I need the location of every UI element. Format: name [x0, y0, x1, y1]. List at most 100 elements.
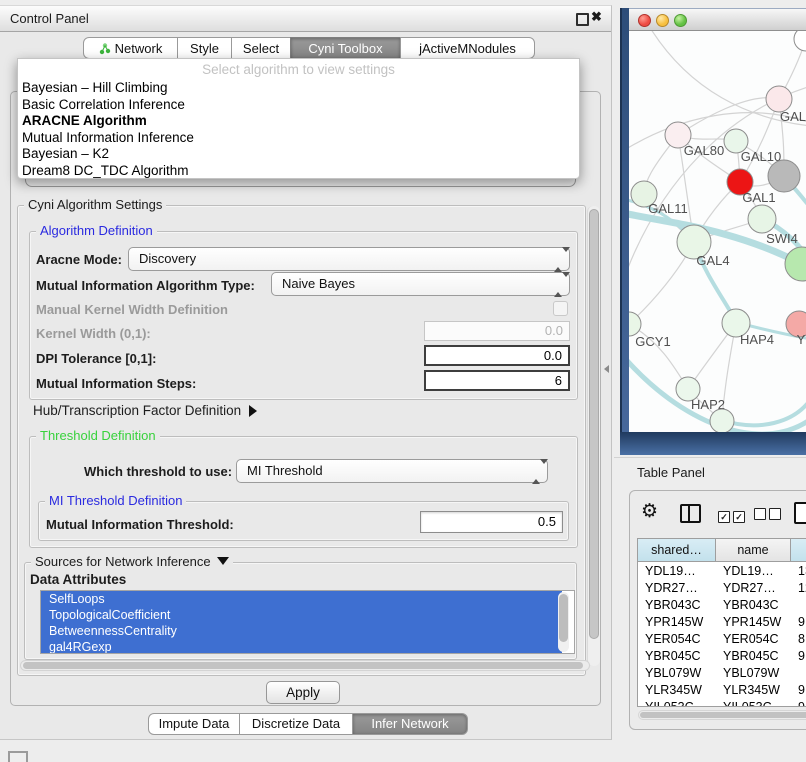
- table-row[interactable]: YBR043CYBR043C: [638, 597, 806, 614]
- minimized-panel-icon[interactable]: [8, 751, 28, 762]
- algorithm-option[interactable]: Bayesian – K2: [22, 146, 575, 163]
- table-row[interactable]: YPR145WYPR145W9.: [638, 614, 806, 631]
- tab-cyni-toolbox[interactable]: Cyni Toolbox: [290, 37, 401, 59]
- algorithm-option[interactable]: Mutual Information Inference: [22, 130, 575, 147]
- zoom-traffic-light-icon[interactable]: [674, 14, 687, 27]
- aracne-mode-label: Aracne Mode:: [36, 252, 122, 267]
- table-cell: 8.: [791, 631, 806, 648]
- chevron-down-icon: [217, 557, 229, 565]
- table-hscroll-thumb[interactable]: [640, 712, 806, 718]
- tab-infer-network-label: Infer Network: [371, 716, 448, 731]
- deselect-all-checks-icon[interactable]: [754, 507, 784, 525]
- dpi-tolerance-field[interactable]: 0.0: [424, 345, 570, 366]
- manual-kernel-checkbox[interactable]: [553, 301, 568, 316]
- algorithm-option[interactable]: Basic Correlation Inference: [22, 97, 575, 114]
- network-window-titlebar[interactable]: [629, 8, 806, 31]
- float-window-icon[interactable]: [576, 13, 589, 26]
- data-attribute-item[interactable]: TopologicalCoefficient: [41, 607, 562, 623]
- settings-horizontal-scrollbar[interactable]: [20, 660, 590, 671]
- table-cell: [791, 597, 806, 614]
- table-cell: YDL19…: [716, 563, 791, 580]
- apply-button[interactable]: Apply: [266, 681, 340, 704]
- algorithm-dropdown-popup: Select algorithm to view settings Bayesi…: [17, 58, 580, 179]
- panel-resize-handle-icon[interactable]: [604, 365, 609, 373]
- settings-vertical-scrollbar[interactable]: [587, 206, 600, 666]
- attributes-list-thumb[interactable]: [559, 594, 568, 642]
- table-row[interactable]: YBL079WYBL079W: [638, 665, 806, 682]
- mi-type-combo[interactable]: Naive Bayes: [271, 272, 570, 296]
- data-attribute-item[interactable]: SelfLoops: [41, 591, 562, 607]
- column-header[interactable]: shared…: [638, 539, 716, 562]
- combo-stepper-icon: [554, 252, 561, 267]
- tab-select-label: Select: [243, 41, 279, 56]
- table-cell: 12: [791, 580, 806, 597]
- screen: Control Panel ✖ Network Style Select Cyn…: [0, 0, 806, 762]
- tab-jactivemnodules[interactable]: jActiveMNodules: [400, 37, 535, 59]
- network-view-window: GALGAL80GAL10GAL1SWI4GAL11GAL4GCY1HAP4YH…: [620, 8, 806, 455]
- table-row[interactable]: YDR27…YDR27…12: [638, 580, 806, 597]
- table-cell: YER054C: [638, 631, 716, 648]
- close-icon[interactable]: ✖: [591, 9, 602, 25]
- kernel-width-field[interactable]: 0.0: [424, 321, 570, 341]
- data-attribute-item[interactable]: gal4RGexp: [41, 639, 562, 654]
- network-graph: GALGAL80GAL10GAL1SWI4GAL11GAL4GCY1HAP4YH…: [629, 31, 806, 432]
- settings-vscroll-thumb[interactable]: [589, 209, 599, 639]
- column-header[interactable]: A: [791, 539, 806, 562]
- sources-title-label: Sources for Network Inference: [35, 554, 211, 569]
- table-row[interactable]: YDL19…YDL19…13: [638, 563, 806, 580]
- algorithm-option[interactable]: ARACNE Algorithm: [22, 113, 575, 130]
- mi-steps-field[interactable]: 6: [424, 370, 570, 391]
- tab-infer-network[interactable]: Infer Network: [352, 713, 468, 735]
- which-threshold-combo[interactable]: MI Threshold: [236, 459, 548, 483]
- tab-select[interactable]: Select: [231, 37, 291, 59]
- network-node-gcy1[interactable]: [629, 312, 641, 336]
- tab-jactivemnodules-label: jActiveMNodules: [419, 41, 516, 56]
- hub-definition-label: Hub/Transcription Factor Definition: [33, 403, 241, 418]
- table-horizontal-scrollbar[interactable]: [638, 710, 806, 720]
- table-row[interactable]: YER054CYER054C8.: [638, 631, 806, 648]
- table-row[interactable]: YLR345WYLR345W9.: [638, 682, 806, 699]
- columns-icon[interactable]: [680, 504, 701, 523]
- tab-network[interactable]: Network: [83, 37, 178, 59]
- network-node[interactable]: [785, 247, 806, 281]
- network-node[interactable]: [710, 409, 734, 432]
- data-attribute-item[interactable]: BetweennessCentrality: [41, 623, 562, 639]
- gear-icon[interactable]: ⚙: [641, 500, 658, 522]
- network-node-label: GAL4: [696, 253, 729, 268]
- dpi-tolerance-label: DPI Tolerance [0,1]:: [36, 351, 156, 366]
- network-node[interactable]: [794, 31, 806, 51]
- algorithm-option[interactable]: Dream8 DC_TDC Algorithm: [22, 163, 575, 180]
- network-node-swi4[interactable]: [748, 205, 776, 233]
- threshold-definition-title: Threshold Definition: [36, 428, 160, 443]
- table-cell: YBR045C: [716, 648, 791, 665]
- algorithm-option[interactable]: Bayesian – Hill Climbing: [22, 80, 575, 97]
- table-cell: 13: [791, 563, 806, 580]
- sources-title[interactable]: Sources for Network Inference: [31, 554, 233, 569]
- minimize-traffic-light-icon[interactable]: [656, 14, 669, 27]
- manual-kernel-label: Manual Kernel Width Definition: [36, 302, 228, 317]
- document-icon[interactable]: [794, 502, 806, 524]
- aracne-mode-combo[interactable]: Discovery: [128, 247, 570, 271]
- mi-threshold-field[interactable]: 0.5: [420, 511, 563, 533]
- which-threshold-label: Which threshold to use:: [84, 464, 232, 479]
- table-row[interactable]: YIL053CYIL053C9: [638, 699, 806, 707]
- attributes-list-scrollbar[interactable]: [558, 592, 569, 652]
- settings-hscroll-thumb[interactable]: [23, 662, 583, 669]
- control-panel-window: Control Panel ✖ Network Style Select Cyn…: [0, 5, 612, 740]
- panel-divider: [614, 457, 806, 458]
- select-all-checks-icon[interactable]: ✓✓: [718, 507, 748, 525]
- hub-definition-toggle[interactable]: Hub/Transcription Factor Definition: [33, 403, 257, 418]
- table-row[interactable]: YBR045CYBR045C9.: [638, 648, 806, 665]
- column-header[interactable]: name: [716, 539, 791, 562]
- data-attributes-list[interactable]: SelfLoopsTopologicalCoefficientBetweenne…: [40, 590, 575, 654]
- node-table[interactable]: shared…nameAYDL19…YDL19…13YDR27…YDR27…12…: [637, 538, 806, 707]
- close-traffic-light-icon[interactable]: [638, 14, 651, 27]
- tab-discretize-data[interactable]: Discretize Data: [239, 713, 353, 735]
- table-cell: YBL079W: [716, 665, 791, 682]
- network-node[interactable]: [768, 160, 800, 192]
- table-panel-window: ⚙ ✓✓ shared…nameAYDL19…YDL19…13YDR27…YDR…: [629, 490, 806, 730]
- tab-style[interactable]: Style: [177, 37, 232, 59]
- tab-impute-data[interactable]: Impute Data: [148, 713, 240, 735]
- network-canvas[interactable]: GALGAL80GAL10GAL1SWI4GAL11GAL4GCY1HAP4YH…: [629, 31, 806, 432]
- mi-steps-label: Mutual Information Steps:: [36, 376, 196, 391]
